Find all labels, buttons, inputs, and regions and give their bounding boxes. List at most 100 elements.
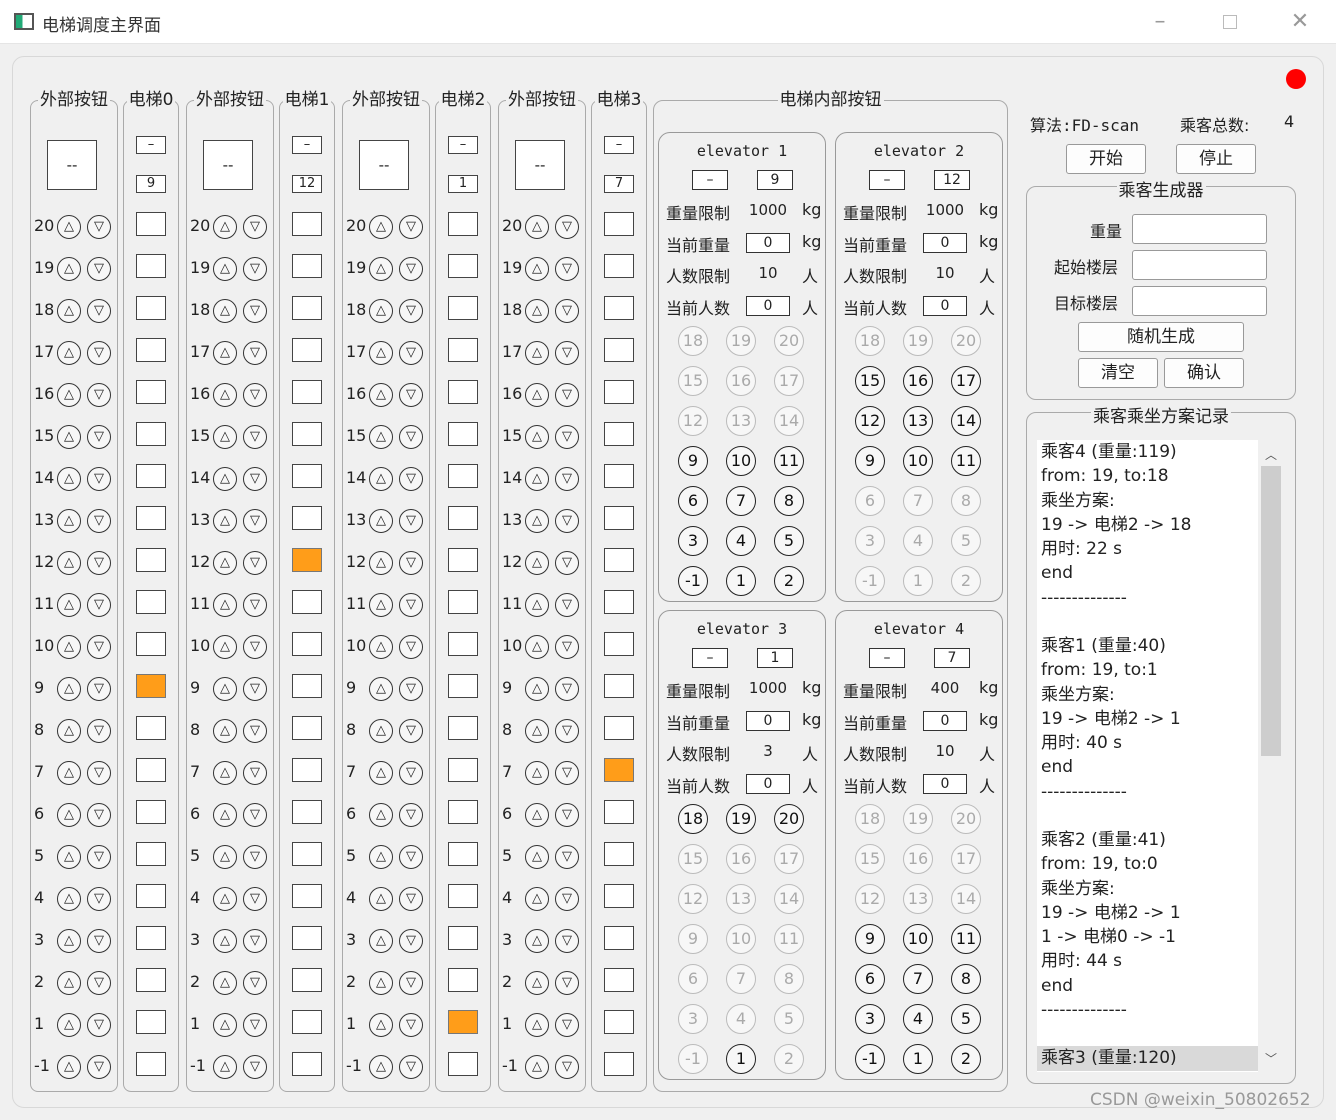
call-down-button[interactable]: ▽: [555, 299, 579, 323]
floor-select-button[interactable]: 6: [678, 486, 708, 516]
call-down-button[interactable]: ▽: [555, 1013, 579, 1037]
call-down-button[interactable]: ▽: [87, 677, 111, 701]
floor-select-button[interactable]: 7: [726, 486, 756, 516]
random-generate-button[interactable]: 随机生成: [1078, 322, 1244, 352]
call-up-button[interactable]: △: [57, 341, 81, 365]
call-up-button[interactable]: △: [369, 845, 393, 869]
call-down-button[interactable]: ▽: [243, 803, 267, 827]
call-up-button[interactable]: △: [57, 1055, 81, 1079]
call-down-button[interactable]: ▽: [399, 677, 423, 701]
call-down-button[interactable]: ▽: [399, 761, 423, 785]
floor-select-button[interactable]: 13: [903, 884, 933, 914]
call-up-button[interactable]: △: [525, 593, 549, 617]
call-up-button[interactable]: △: [369, 635, 393, 659]
floor-select-button[interactable]: 6: [855, 964, 885, 994]
call-up-button[interactable]: △: [213, 341, 237, 365]
call-up-button[interactable]: △: [57, 845, 81, 869]
call-up-button[interactable]: △: [57, 467, 81, 491]
floor-select-button[interactable]: 8: [951, 964, 981, 994]
call-up-button[interactable]: △: [213, 215, 237, 239]
floor-select-button[interactable]: 18: [855, 804, 885, 834]
floor-select-button[interactable]: 18: [678, 326, 708, 356]
call-down-button[interactable]: ▽: [243, 971, 267, 995]
call-down-button[interactable]: ▽: [243, 761, 267, 785]
call-down-button[interactable]: ▽: [243, 551, 267, 575]
floor-select-button[interactable]: 4: [903, 526, 933, 556]
call-down-button[interactable]: ▽: [243, 383, 267, 407]
call-down-button[interactable]: ▽: [243, 887, 267, 911]
call-down-button[interactable]: ▽: [399, 383, 423, 407]
call-up-button[interactable]: △: [525, 803, 549, 827]
stop-button[interactable]: 停止: [1176, 144, 1256, 174]
call-up-button[interactable]: △: [213, 509, 237, 533]
call-down-button[interactable]: ▽: [87, 887, 111, 911]
call-down-button[interactable]: ▽: [87, 971, 111, 995]
call-up-button[interactable]: △: [369, 1055, 393, 1079]
call-up-button[interactable]: △: [57, 299, 81, 323]
call-down-button[interactable]: ▽: [243, 215, 267, 239]
call-up-button[interactable]: △: [369, 593, 393, 617]
call-down-button[interactable]: ▽: [87, 929, 111, 953]
log-scroll-thumb[interactable]: [1261, 466, 1281, 756]
call-down-button[interactable]: ▽: [87, 845, 111, 869]
floor-select-button[interactable]: 6: [678, 964, 708, 994]
call-up-button[interactable]: △: [213, 425, 237, 449]
call-up-button[interactable]: △: [213, 1055, 237, 1079]
call-up-button[interactable]: △: [525, 383, 549, 407]
floor-select-button[interactable]: 18: [855, 326, 885, 356]
floor-select-button[interactable]: 17: [951, 844, 981, 874]
floor-select-button[interactable]: 4: [726, 1004, 756, 1034]
call-down-button[interactable]: ▽: [87, 551, 111, 575]
call-down-button[interactable]: ▽: [555, 257, 579, 281]
call-down-button[interactable]: ▽: [243, 1055, 267, 1079]
call-up-button[interactable]: △: [369, 341, 393, 365]
call-up-button[interactable]: △: [57, 929, 81, 953]
call-up-button[interactable]: △: [369, 887, 393, 911]
call-down-button[interactable]: ▽: [243, 593, 267, 617]
call-down-button[interactable]: ▽: [555, 593, 579, 617]
call-down-button[interactable]: ▽: [555, 425, 579, 449]
call-down-button[interactable]: ▽: [87, 761, 111, 785]
minimize-button[interactable]: –: [1144, 8, 1176, 36]
call-up-button[interactable]: △: [525, 215, 549, 239]
call-up-button[interactable]: △: [213, 383, 237, 407]
call-up-button[interactable]: △: [369, 719, 393, 743]
floor-select-button[interactable]: 15: [678, 366, 708, 396]
call-down-button[interactable]: ▽: [87, 1013, 111, 1037]
floor-select-button[interactable]: 2: [774, 1044, 804, 1074]
call-up-button[interactable]: △: [213, 1013, 237, 1037]
call-up-button[interactable]: △: [525, 1013, 549, 1037]
call-down-button[interactable]: ▽: [87, 803, 111, 827]
floor-select-button[interactable]: 15: [855, 844, 885, 874]
call-up-button[interactable]: △: [369, 929, 393, 953]
floor-select-button[interactable]: 14: [774, 884, 804, 914]
floor-select-button[interactable]: 7: [726, 964, 756, 994]
call-down-button[interactable]: ▽: [555, 383, 579, 407]
start-button[interactable]: 开始: [1066, 144, 1146, 174]
call-up-button[interactable]: △: [213, 761, 237, 785]
call-down-button[interactable]: ▽: [87, 257, 111, 281]
call-up-button[interactable]: △: [213, 551, 237, 575]
call-up-button[interactable]: △: [525, 761, 549, 785]
call-up-button[interactable]: △: [525, 1055, 549, 1079]
call-up-button[interactable]: △: [369, 383, 393, 407]
ride-plan-log[interactable]: 乘客4 (重量:119) from: 19, to:18 乘坐方案: 19 -> 电梯…: [1037, 440, 1283, 1072]
call-up-button[interactable]: △: [525, 887, 549, 911]
floor-select-button[interactable]: 15: [678, 844, 708, 874]
call-down-button[interactable]: ▽: [243, 635, 267, 659]
floor-select-button[interactable]: 17: [774, 366, 804, 396]
floor-select-button[interactable]: 19: [726, 804, 756, 834]
call-up-button[interactable]: △: [525, 677, 549, 701]
call-down-button[interactable]: ▽: [555, 761, 579, 785]
call-up-button[interactable]: △: [213, 299, 237, 323]
call-down-button[interactable]: ▽: [87, 719, 111, 743]
call-up-button[interactable]: △: [213, 929, 237, 953]
call-down-button[interactable]: ▽: [399, 803, 423, 827]
floor-select-button[interactable]: 19: [903, 326, 933, 356]
call-down-button[interactable]: ▽: [87, 341, 111, 365]
floor-select-button[interactable]: 1: [726, 1044, 756, 1074]
call-up-button[interactable]: △: [57, 215, 81, 239]
floor-select-button[interactable]: 3: [678, 526, 708, 556]
call-down-button[interactable]: ▽: [87, 593, 111, 617]
floor-select-button[interactable]: 3: [855, 1004, 885, 1034]
